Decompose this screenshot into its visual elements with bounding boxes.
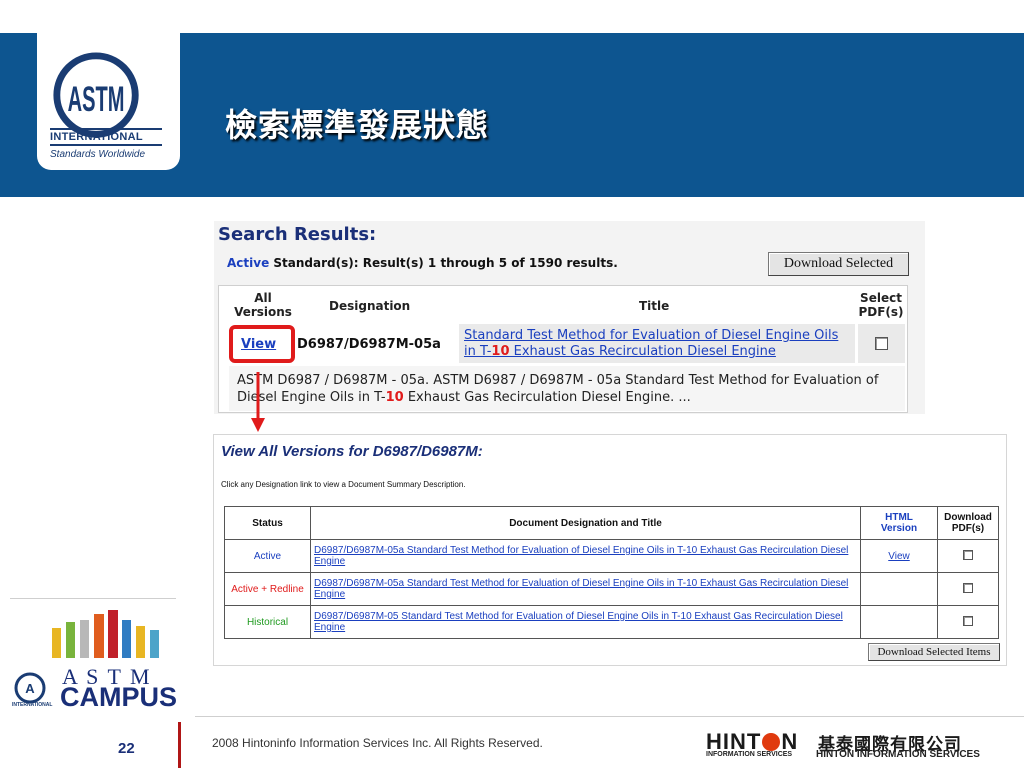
versions-table: Status Document Designation and Title HT… — [224, 506, 999, 639]
col-title: Title — [639, 299, 670, 313]
summary-text: Standard(s): Result(s) 1 through 5 of 15… — [273, 256, 618, 270]
download-pdf-checkbox[interactable] — [963, 615, 973, 626]
table-row: Historical D6987/D6987M-05 Standard Test… — [224, 605, 999, 639]
row-doc-link[interactable]: D6987/D6987M-05 Standard Test Method for… — [310, 605, 861, 639]
table-row: Active D6987/D6987M-05a Standard Test Me… — [224, 539, 999, 573]
col-all-versions: All Versions — [233, 291, 293, 319]
row-html-cell: View — [860, 539, 938, 573]
campus-small-intl: INTERNATIONAL — [12, 702, 53, 708]
col-all-versions-line1: All — [254, 291, 272, 305]
slide-title: 檢索標準發展狀態 — [225, 106, 490, 144]
html-view-link[interactable]: View — [888, 551, 910, 562]
result-title-cell: Standard Test Method for Evaluation of D… — [459, 324, 855, 363]
row-status: Historical — [224, 605, 311, 639]
logo-tagline: Standards Worldwide — [50, 149, 146, 160]
th-html: HTML Version — [860, 506, 938, 540]
footer-divider — [195, 716, 1024, 717]
download-pdf-checkbox[interactable] — [963, 549, 973, 560]
hinton-logo: HINT N 基泰國際有限公司 INFORMATION SERVICES HINT… — [706, 729, 996, 761]
result-designation: D6987/D6987M-05a — [297, 337, 441, 352]
view-all-versions-link[interactable]: View — [241, 337, 276, 352]
copyright: 2008 Hintoninfo Information Services Inc… — [212, 736, 543, 750]
row-html-cell — [860, 605, 938, 639]
svg-text:ASTM: ASTM — [68, 80, 125, 119]
campus-label: CAMPUS — [60, 682, 178, 712]
th-status: Status — [224, 506, 311, 540]
results-table: All Versions Designation Title Select PD… — [218, 285, 908, 413]
row-html-cell — [860, 572, 938, 606]
search-results-heading: Search Results: — [218, 224, 377, 245]
download-selected-items-button[interactable]: Download Selected Items — [868, 643, 1000, 661]
row-doc-link[interactable]: D6987/D6987M-05a Standard Test Method fo… — [310, 539, 861, 573]
th-dl-line2: PDF(s) — [951, 523, 985, 534]
campus-small-logo: A — [14, 672, 46, 704]
th-html-line2: Version — [880, 523, 918, 534]
title-highlight: 10 — [491, 344, 510, 359]
hinton-sub2: HINTON INFORMATION SERVICES — [816, 749, 980, 760]
row-dl-cell — [937, 539, 999, 573]
row-dl-cell — [937, 572, 999, 606]
th-doc: Document Designation and Title — [310, 506, 861, 540]
result-description: ASTM D6987 / D6987M - 05a. ASTM D6987 / … — [229, 366, 905, 411]
result-title-link[interactable]: Standard Test Method for Evaluation of D… — [464, 328, 854, 360]
table-row: Active + Redline D6987/D6987M-05a Standa… — [224, 572, 999, 606]
select-pdf-cell — [858, 324, 905, 363]
col-all-versions-line2: Versions — [234, 305, 292, 319]
col-select-line1: Select — [860, 291, 902, 305]
page-bar — [178, 722, 181, 768]
svg-text:A: A — [25, 681, 35, 696]
row-status: Active — [224, 539, 311, 573]
summary-status: Active — [227, 256, 270, 270]
download-selected-button[interactable]: Download Selected — [768, 252, 909, 276]
astm-logo: ASTM INTERNATIONAL Standards Worldwide — [37, 32, 180, 170]
left-divider — [10, 598, 176, 599]
select-pdf-checkbox[interactable] — [875, 337, 888, 350]
versions-header-row: Status Document Designation and Title HT… — [224, 506, 999, 540]
versions-heading: View All Versions for D6987/D6987M: — [221, 443, 483, 460]
col-designation: Designation — [329, 299, 411, 313]
col-select-line2: PDF(s) — [858, 305, 904, 319]
th-download: Download PDF(s) — [937, 506, 999, 540]
title-part-b: Exhaust Gas Recirculation Diesel Engine — [509, 344, 776, 359]
page-number: 22 — [118, 740, 135, 757]
download-pdf-checkbox[interactable] — [963, 582, 973, 593]
th-html-line1: HTML — [885, 512, 913, 523]
desc-highlight: 10 — [385, 390, 404, 405]
row-dl-cell — [937, 605, 999, 639]
versions-instruction: Click any Designation link to view a Doc… — [221, 480, 466, 489]
hinton-sub: INFORMATION SERVICES — [706, 751, 793, 758]
versions-panel: View All Versions for D6987/D6987M: Clic… — [213, 434, 1007, 666]
th-dl-line1: Download — [944, 512, 992, 523]
row-doc-link[interactable]: D6987/D6987M-05a Standard Test Method fo… — [310, 572, 861, 606]
arrow-down-icon — [251, 372, 265, 432]
row-status: Active + Redline — [224, 572, 311, 606]
results-summary: Active Standard(s): Result(s) 1 through … — [227, 256, 618, 270]
col-select-pdf: Select PDF(s) — [855, 291, 907, 319]
hinton-o-icon — [762, 733, 781, 751]
logo-international: INTERNATIONAL — [50, 128, 162, 146]
desc-part-b: Exhaust Gas Recirculation Diesel Engine.… — [403, 390, 691, 405]
search-results-panel: Search Results: Active Standard(s): Resu… — [214, 221, 925, 414]
